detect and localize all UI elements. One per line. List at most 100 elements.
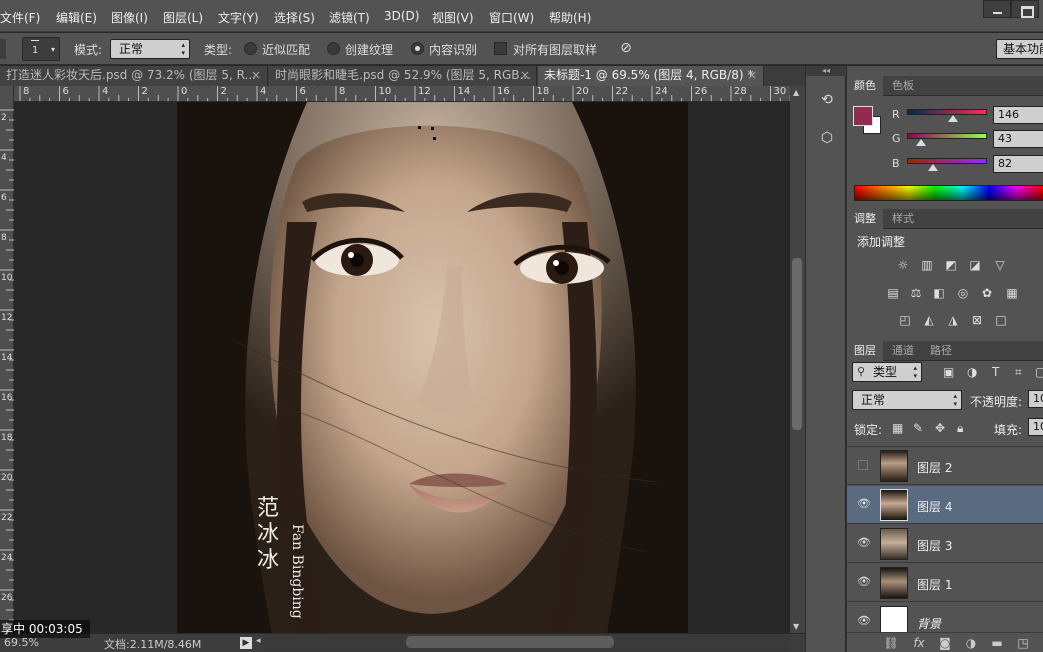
menu-type[interactable]: 文字(Y) xyxy=(218,9,259,26)
channel-r-value[interactable]: 146 xyxy=(993,106,1043,124)
menu-window[interactable]: 窗口(W) xyxy=(489,9,534,26)
radio-content-aware[interactable] xyxy=(411,42,424,55)
status-menu-arrow-icon[interactable]: ▶ xyxy=(240,637,252,649)
menu-help[interactable]: 帮助(H) xyxy=(549,9,591,26)
channel-b-label: B xyxy=(892,157,900,170)
color-balance-icon[interactable]: ⚖ xyxy=(908,286,924,300)
channel-mixer-icon[interactable]: ✿ xyxy=(979,286,995,300)
menu-edit[interactable]: 编辑(E) xyxy=(56,9,97,26)
menu-layer[interactable]: 图层(L) xyxy=(163,9,203,26)
curves-icon[interactable]: ◩ xyxy=(943,258,959,272)
sample-all-layers-checkbox[interactable] xyxy=(494,42,507,55)
layer-row[interactable]: 👁︎ 图层 4 xyxy=(847,486,1043,524)
scroll-left-icon[interactable]: ◂ xyxy=(256,636,261,646)
link-layers-icon[interactable]: ⛓ xyxy=(883,636,899,650)
menu-image[interactable]: 图像(I) xyxy=(111,9,148,26)
visibility-toggle[interactable] xyxy=(858,460,868,470)
filter-smart-object-icon[interactable]: ▢ xyxy=(1035,365,1043,379)
close-icon[interactable]: × xyxy=(747,66,757,85)
channel-g-value[interactable]: 43 xyxy=(993,130,1043,148)
foreground-color-swatch[interactable] xyxy=(853,106,873,126)
layer-style-icon[interactable]: fx xyxy=(911,636,927,650)
gradient-map-icon[interactable]: ⊠ xyxy=(969,313,985,327)
hue-saturation-icon[interactable]: ▤ xyxy=(885,286,901,300)
pressure-size-icon[interactable]: ⊘ xyxy=(617,40,635,58)
photo-filter-icon[interactable]: ◎ xyxy=(955,286,971,300)
eye-icon[interactable]: 👁︎ xyxy=(857,615,871,627)
close-icon[interactable]: × xyxy=(520,66,530,85)
threshold-icon[interactable]: ◮ xyxy=(945,313,961,327)
channel-b-knob[interactable] xyxy=(927,164,938,171)
tab-document-2[interactable]: 时尚眼影和睫毛.psd @ 52.9% (图层 5, RGB... × xyxy=(269,66,537,86)
menu-file[interactable]: 文件(F) xyxy=(0,9,40,26)
vertical-scroll-thumb[interactable] xyxy=(792,258,802,430)
layer-row[interactable]: 👁︎ 图层 1 xyxy=(847,564,1043,602)
filter-adjustment-icon[interactable]: ◑ xyxy=(967,365,977,379)
menu-view[interactable]: 视图(V) xyxy=(432,9,474,26)
channel-b-value[interactable]: 82 xyxy=(993,155,1043,173)
eye-icon[interactable]: 👁︎ xyxy=(857,576,871,588)
collapse-arrows-icon[interactable]: ◂◂ xyxy=(806,66,846,76)
channel-g-knob[interactable] xyxy=(915,139,926,146)
tab-adjustments[interactable]: 调整 xyxy=(847,209,883,229)
tab-layers[interactable]: 图层 xyxy=(847,341,883,361)
workspace-switcher[interactable]: 基本功能 xyxy=(996,39,1043,59)
radio-proximity-match[interactable] xyxy=(244,42,257,55)
tab-color[interactable]: 颜色 xyxy=(847,76,883,96)
tab-document-1[interactable]: 打造迷人彩妆天后.psd @ 73.2% (图层 5, R... × xyxy=(0,66,268,86)
radio-create-texture[interactable] xyxy=(327,42,340,55)
lock-paint-icon[interactable]: ✎ xyxy=(913,421,923,435)
lock-position-icon[interactable]: ✥ xyxy=(935,421,945,435)
tab-document-3[interactable]: 未标题-1 @ 69.5% (图层 4, RGB/8) * × xyxy=(538,66,764,86)
menu-filter[interactable]: 滤镜(T) xyxy=(329,9,370,26)
minimize-button[interactable] xyxy=(983,0,1011,18)
new-adjustment-layer-icon[interactable]: ◑ xyxy=(963,636,979,650)
filter-type-icon[interactable]: T xyxy=(992,365,999,379)
tab-channels[interactable]: 通道 xyxy=(885,341,921,361)
new-layer-icon[interactable]: ◳ xyxy=(1015,636,1031,650)
tab-swatches[interactable]: 色板 xyxy=(885,76,921,96)
filter-shape-icon[interactable]: ⌗ xyxy=(1015,365,1022,380)
opacity-value[interactable]: 100% xyxy=(1028,390,1043,408)
color-lookup-icon[interactable]: ▦ xyxy=(1004,286,1020,300)
menu-select[interactable]: 选择(S) xyxy=(274,9,315,26)
scroll-up-icon[interactable]: ▲ xyxy=(793,88,799,97)
blend-mode-select[interactable]: 正常 xyxy=(852,390,962,410)
posterize-icon[interactable]: ◭ xyxy=(921,313,937,327)
new-group-icon[interactable]: ▬ xyxy=(989,636,1005,650)
maximize-button[interactable] xyxy=(1011,0,1039,18)
vibrance-icon[interactable]: ▽ xyxy=(992,258,1008,272)
levels-icon[interactable]: ▥ xyxy=(919,258,935,272)
channel-r-knob[interactable] xyxy=(947,115,958,122)
tool-preset-edge[interactable] xyxy=(0,39,6,59)
lock-all-icon[interactable]: 🔒︎ xyxy=(957,421,963,436)
history-icon[interactable]: ⟲ xyxy=(818,92,836,110)
color-panel-tabs: 颜色 色板 xyxy=(847,76,1043,96)
eye-icon[interactable]: 👁︎ xyxy=(857,498,871,510)
tab-paths[interactable]: 路径 xyxy=(923,341,959,361)
channel-b-slider[interactable] xyxy=(907,158,987,164)
menu-3d[interactable]: 3D(D) xyxy=(384,9,419,23)
add-mask-icon[interactable]: ◙ xyxy=(937,636,953,650)
exposure-icon[interactable]: ◪ xyxy=(967,258,983,272)
invert-icon[interactable]: ◰ xyxy=(897,313,913,327)
tab-styles[interactable]: 样式 xyxy=(885,209,921,229)
document-canvas-photo[interactable]: 范 冰 冰 Fan Bingbing xyxy=(177,102,688,633)
brush-picker[interactable]: 1 ▾ xyxy=(22,37,60,61)
scroll-down-icon[interactable]: ▼ xyxy=(793,622,799,631)
black-white-icon[interactable]: ◧ xyxy=(931,286,947,300)
filter-pixel-icon[interactable]: ▣ xyxy=(943,365,954,379)
brightness-contrast-icon[interactable]: ☼ xyxy=(895,258,911,272)
color-spectrum-bar[interactable] xyxy=(854,185,1043,201)
horizontal-scroll-thumb[interactable] xyxy=(406,636,614,648)
fill-value[interactable]: 100% xyxy=(1028,418,1043,436)
lock-transparency-icon[interactable]: ▦ xyxy=(892,421,903,435)
eye-icon[interactable]: 👁︎ xyxy=(857,537,871,549)
3d-cube-icon[interactable]: ⬡ xyxy=(818,130,836,148)
ruler-label: 4 xyxy=(260,86,267,97)
close-icon[interactable]: × xyxy=(251,66,261,85)
layer-row[interactable]: 👁︎ 图层 3 xyxy=(847,525,1043,563)
mode-select[interactable]: 正常 xyxy=(110,39,190,59)
layer-row[interactable]: 图层 2 xyxy=(847,447,1043,485)
selective-color-icon[interactable]: □ xyxy=(993,313,1009,327)
